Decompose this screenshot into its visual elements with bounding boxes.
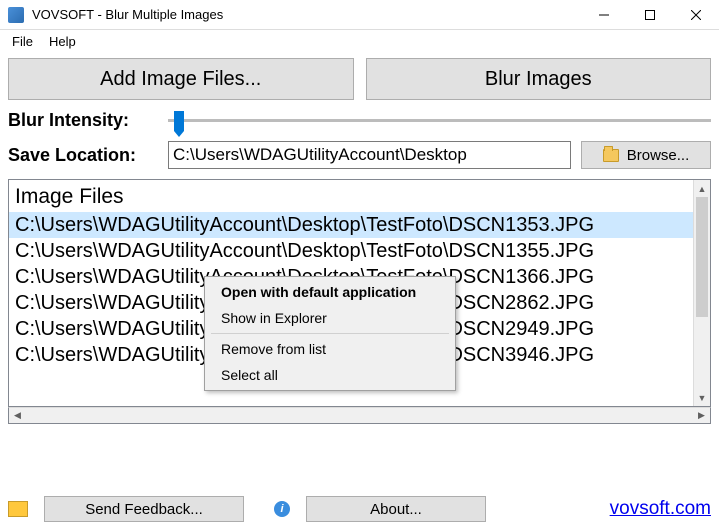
save-location-label: Save Location: xyxy=(8,145,168,166)
scroll-down-arrow-icon[interactable]: ▼ xyxy=(694,389,710,406)
scroll-right-arrow-icon[interactable]: ▶ xyxy=(693,408,710,423)
folder-icon xyxy=(603,149,619,162)
close-button[interactable] xyxy=(673,0,719,30)
list-item[interactable]: C:\Users\WDAGUtilityAccount\Desktop\Test… xyxy=(9,238,693,264)
vovsoft-link[interactable]: vovsoft.com xyxy=(610,498,711,520)
list-header: Image Files xyxy=(9,180,693,212)
maximize-button[interactable] xyxy=(627,0,673,30)
context-select-all[interactable]: Select all xyxy=(207,362,453,388)
menu-file[interactable]: File xyxy=(4,32,41,51)
vertical-scrollbar[interactable]: ▲ ▼ xyxy=(693,180,710,406)
feedback-icon xyxy=(8,501,28,517)
blur-images-button[interactable]: Blur Images xyxy=(366,58,712,100)
save-location-input[interactable] xyxy=(168,141,571,169)
window-title: VOVSOFT - Blur Multiple Images xyxy=(32,7,581,22)
scrollbar-track[interactable] xyxy=(694,317,710,389)
minimize-button[interactable] xyxy=(581,0,627,30)
slider-thumb[interactable] xyxy=(174,111,184,131)
about-label: About... xyxy=(370,501,422,518)
scrollbar-track[interactable] xyxy=(26,408,693,423)
blur-intensity-label: Blur Intensity: xyxy=(8,110,168,131)
add-image-files-button[interactable]: Add Image Files... xyxy=(8,58,354,100)
context-menu: Open with default application Show in Ex… xyxy=(204,276,456,391)
scroll-up-arrow-icon[interactable]: ▲ xyxy=(694,180,710,197)
context-show-explorer[interactable]: Show in Explorer xyxy=(207,305,453,331)
titlebar: VOVSOFT - Blur Multiple Images xyxy=(0,0,719,30)
bottom-bar: Send Feedback... i About... vovsoft.com xyxy=(8,494,711,524)
context-remove[interactable]: Remove from list xyxy=(207,336,453,362)
blur-intensity-row: Blur Intensity: xyxy=(8,110,711,131)
send-feedback-label: Send Feedback... xyxy=(85,501,203,518)
horizontal-scrollbar[interactable]: ◀ ▶ xyxy=(8,407,711,424)
about-button[interactable]: About... xyxy=(306,496,486,522)
menu-help[interactable]: Help xyxy=(41,32,84,51)
save-location-row: Save Location: Browse... xyxy=(8,141,711,169)
browse-button-label: Browse... xyxy=(627,147,690,164)
top-button-row: Add Image Files... Blur Images xyxy=(8,58,711,100)
send-feedback-button[interactable]: Send Feedback... xyxy=(44,496,244,522)
menubar: File Help xyxy=(0,30,719,52)
slider-rail xyxy=(168,119,711,122)
scrollbar-thumb[interactable] xyxy=(696,197,708,317)
context-separator xyxy=(211,333,449,334)
blur-intensity-slider[interactable] xyxy=(168,111,711,131)
browse-button[interactable]: Browse... xyxy=(581,141,711,169)
app-icon xyxy=(8,7,24,23)
list-item[interactable]: C:\Users\WDAGUtilityAccount\Desktop\Test… xyxy=(9,212,693,238)
scroll-left-arrow-icon[interactable]: ◀ xyxy=(9,408,26,423)
context-open-default[interactable]: Open with default application xyxy=(207,279,453,305)
info-icon: i xyxy=(274,501,290,517)
